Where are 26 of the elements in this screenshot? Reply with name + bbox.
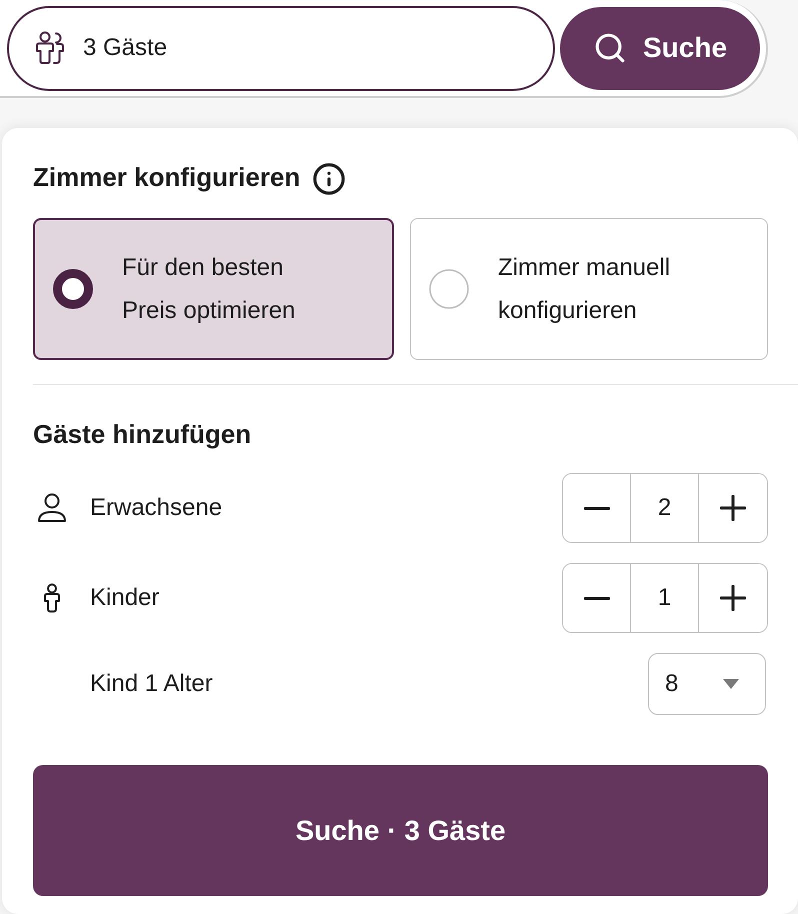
info-icon[interactable]	[312, 162, 346, 196]
section-title: Gäste hinzufügen	[33, 419, 252, 450]
option-label: Zimmer manuell konfigurieren	[498, 253, 672, 326]
room-option[interactable]: Zimmer manuell konfigurieren	[410, 218, 768, 360]
guest-type-label: Kind 1 Alter	[90, 670, 213, 698]
guests-value: 3 Gäste	[83, 34, 168, 62]
caret-icon	[723, 679, 739, 690]
option-label: Für den besten Preis optimieren	[122, 253, 296, 326]
person-icon	[37, 493, 67, 524]
age-value: 8	[665, 670, 678, 698]
radio-selected-icon	[53, 269, 93, 309]
search-icon	[592, 31, 627, 65]
minus-icon	[584, 506, 610, 510]
plus-icon	[720, 585, 746, 612]
submit-search-button[interactable]: Suche · 3 Gäste	[33, 765, 768, 896]
guest-type-label: Erwachsene	[90, 494, 222, 522]
people-icon	[35, 31, 65, 65]
section-title: Zimmer konfigurieren	[33, 162, 300, 192]
room-option[interactable]: Für den besten Preis optimieren	[33, 218, 394, 360]
radio-empty-icon	[429, 269, 469, 309]
plus-icon	[720, 495, 746, 522]
guest-type-label: Kinder	[90, 584, 160, 612]
guests-field[interactable]: 3 Gäste	[7, 6, 555, 90]
age-select[interactable]: 8	[648, 653, 766, 716]
minus-icon	[584, 596, 610, 600]
search-button[interactable]: Suche	[560, 6, 760, 90]
